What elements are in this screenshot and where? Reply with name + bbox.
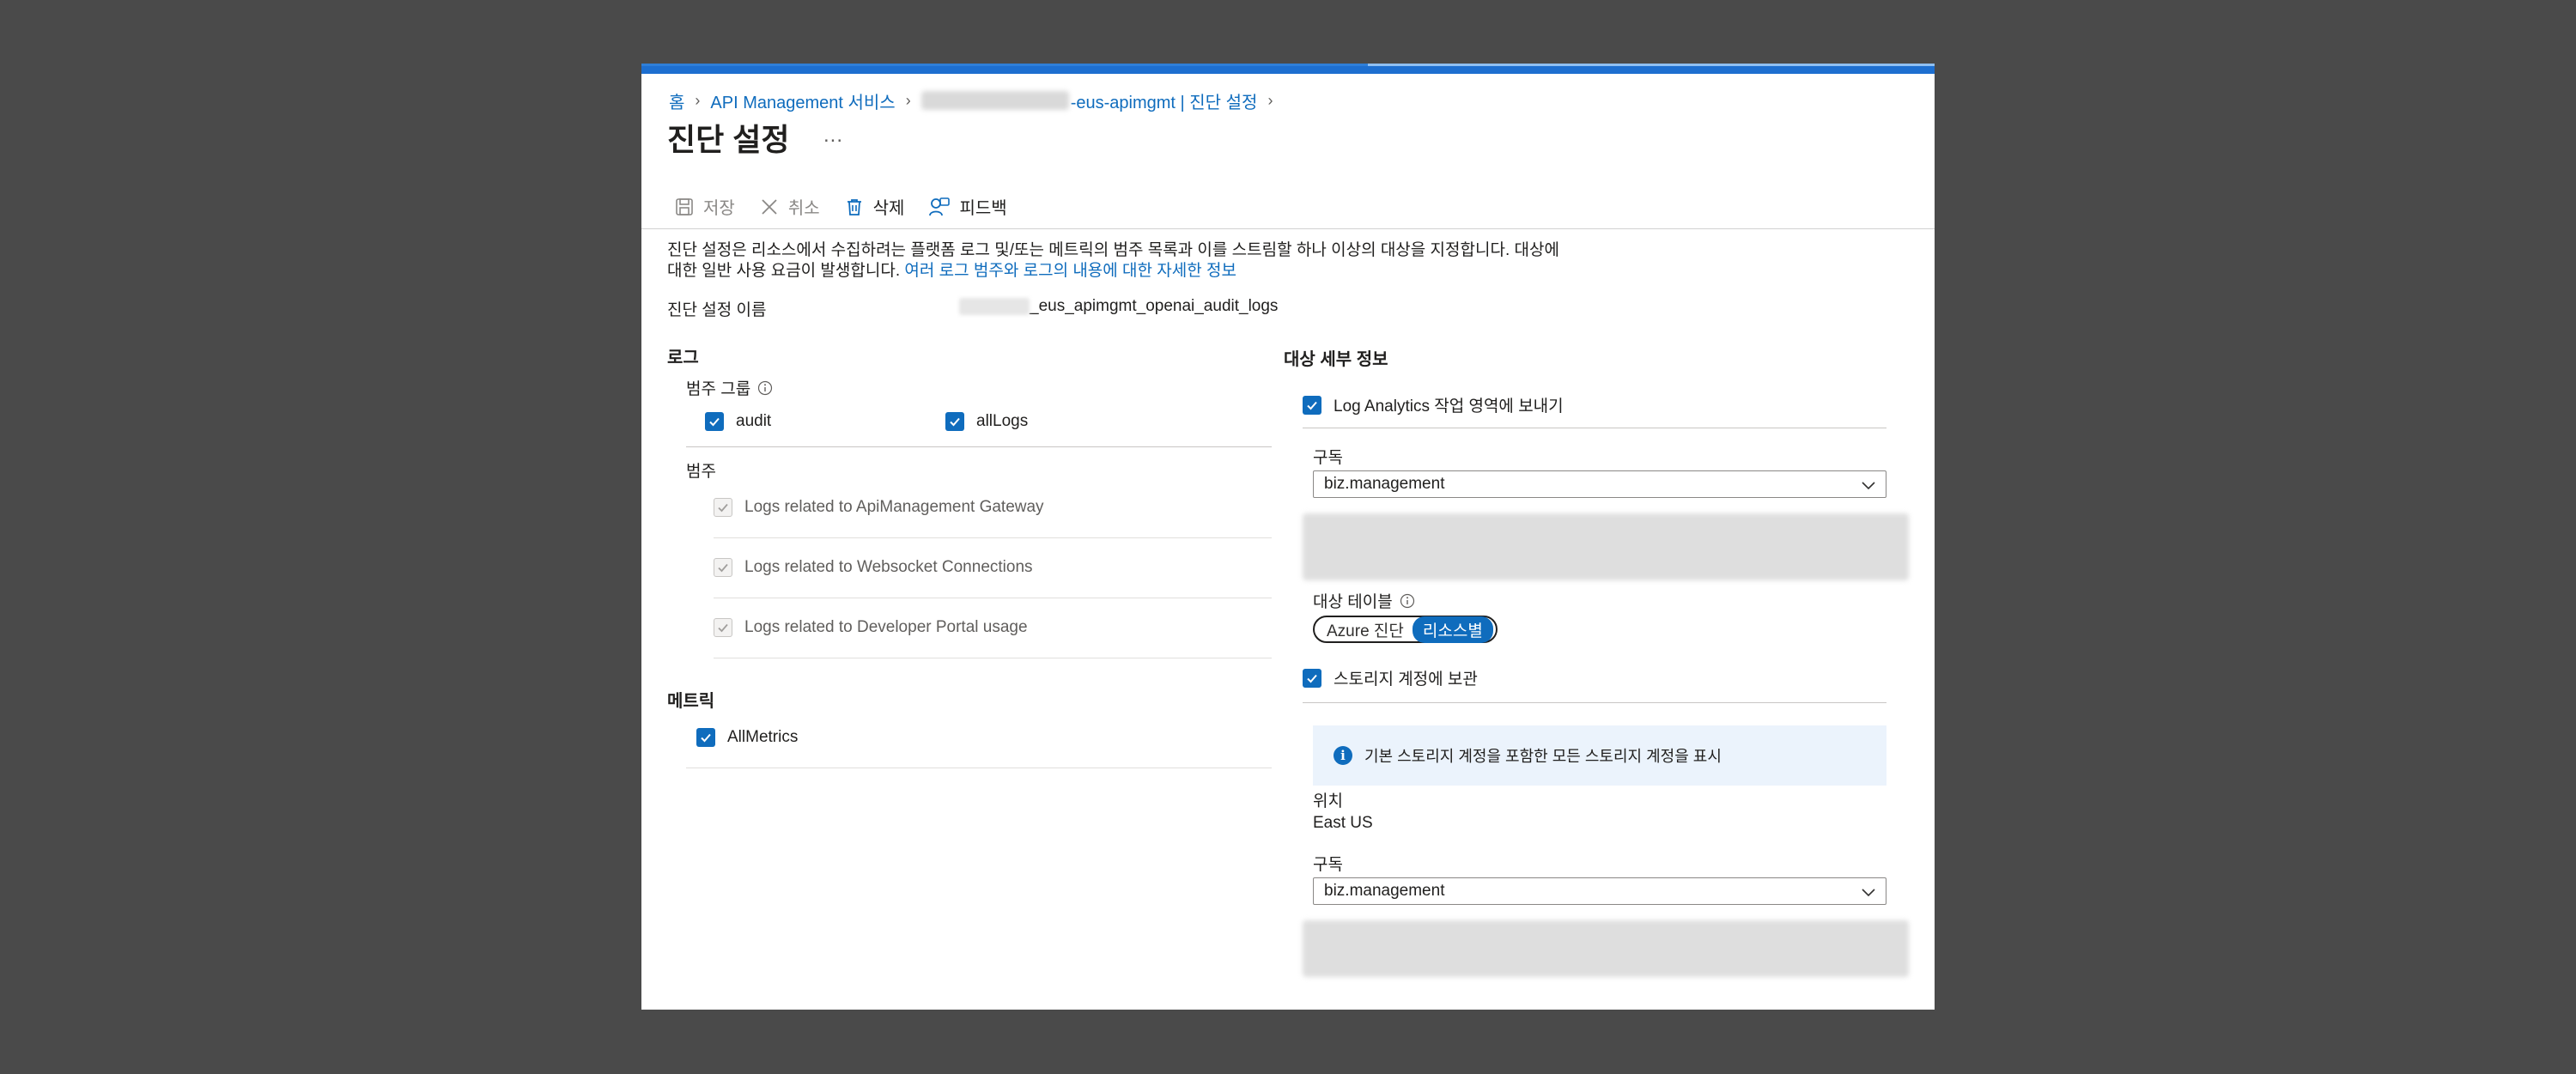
top-accent-bar [641,64,1935,74]
category-websocket-label: Logs related to Websocket Connections [744,558,1033,576]
chevron-right-icon: › [905,91,911,109]
redacted-name-prefix [959,298,1030,315]
storage-info-banner: i 기본 스토리지 계정을 포함한 모든 스토리지 계정을 표시 [1313,725,1886,786]
more-options-button[interactable]: ... [823,124,843,148]
info-icon[interactable] [757,380,773,396]
breadcrumb-resource[interactable]: -eus-apimgmt | 진단 설정 [1071,88,1258,113]
option-azure-diagnostics[interactable]: Azure 진단 [1327,618,1404,641]
delete-label: 삭제 [872,199,905,218]
category-groups-label: 범주 그룹 [686,380,751,398]
checkmark-icon [709,417,720,427]
subscription-label: 구독 [1313,449,1343,467]
location-label: 위치 [1313,792,1343,810]
checkmark-icon [1307,401,1317,410]
checkbox-checked[interactable] [945,412,964,431]
metric-allmetrics-label: AllMetrics [727,728,799,746]
group-alllogs-checkbox[interactable]: allLogs [945,412,1028,431]
feedback-button[interactable]: 피드백 [928,194,1007,219]
chevron-down-icon [1862,482,1875,490]
storage-subscription-label: 구독 [1313,856,1343,874]
checkbox-checked[interactable] [696,728,715,747]
category-divider [714,537,1272,538]
checkmark-icon [718,563,728,573]
metric-allmetrics-checkbox[interactable]: AllMetrics [696,728,798,747]
storage-account-checkbox[interactable]: 스토리지 계정에 보관 [1303,666,1478,689]
checkbox-disabled[interactable] [714,618,732,637]
storage-subscription-dropdown[interactable]: biz.management [1313,877,1886,905]
feedback-label: 피드백 [959,199,1007,218]
logs-heading: 로그 [667,349,699,367]
checkmark-icon [950,417,960,427]
chevron-right-icon: › [1267,91,1273,109]
redacted-workspace-field [1303,513,1909,580]
category-websocket-checkbox[interactable]: Logs related to Websocket Connections [714,558,1033,577]
storage-account-label: 스토리지 계정에 보관 [1334,670,1478,689]
group-alllogs-label: allLogs [976,412,1029,430]
subscription-value: biz.management [1324,475,1445,493]
category-gateway-checkbox[interactable]: Logs related to ApiManagement Gateway [714,498,1044,517]
chevron-right-icon: › [695,91,701,109]
categories-heading: 범주 [686,463,716,481]
groups-divider [686,446,1272,447]
checkmark-icon [718,503,728,513]
save-label: 저장 [703,199,735,218]
progress-bar-remaining [1368,64,1935,66]
delete-button[interactable]: 삭제 [844,194,905,219]
checkbox-disabled[interactable] [714,558,732,577]
progress-bar-filled [641,64,1368,66]
checkmark-icon [1307,674,1317,683]
setting-name-label: 진단 설정 이름 [667,301,767,319]
setting-name-value[interactable]: _eus_apimgmt_openai_audit_logs [959,297,1278,316]
diagnostic-settings-panel: 홈 › API Management 서비스 › -eus-apimgmt | … [641,64,1935,1010]
storage-info-text: 기본 스토리지 계정을 포함한 모든 스토리지 계정을 표시 [1364,748,1722,765]
command-bar: 저장 취소 삭제 피드백 [674,194,1007,219]
learn-more-link[interactable]: 여러 로그 범주와 로그의 내용에 대한 자세한 정보 [904,262,1236,280]
close-icon [762,198,777,215]
cancel-button[interactable]: 취소 [759,194,820,219]
breadcrumb-apim-service[interactable]: API Management 서비스 [710,88,895,113]
subscription-dropdown[interactable]: biz.management [1313,470,1886,498]
breadcrumb-home[interactable]: 홈 [669,88,684,113]
category-portal-checkbox[interactable]: Logs related to Developer Portal usage [714,618,1028,637]
log-analytics-checkbox[interactable]: Log Analytics 작업 영역에 보내기 [1303,393,1564,416]
checkbox-checked[interactable] [1303,668,1321,688]
save-icon [676,197,693,215]
category-gateway-label: Logs related to ApiManagement Gateway [744,498,1044,516]
save-button[interactable]: 저장 [674,194,735,219]
breadcrumb: 홈 › API Management 서비스 › -eus-apimgmt | … [669,88,1283,113]
redacted-resource-name [920,91,1069,110]
category-groups-heading: 범주 그룹 [686,376,773,399]
target-table-toggle[interactable]: Azure 진단 리소스별 [1313,616,1498,643]
feedback-icon [929,197,951,215]
storage-divider [1303,702,1886,703]
description: 진단 설정은 리소스에서 수집하려는 플랫폼 로그 및/또는 메트릭의 범주 목… [667,240,1560,282]
target-table-heading: 대상 테이블 [1313,589,1415,612]
category-portal-label: Logs related to Developer Portal usage [744,618,1028,636]
log-analytics-label: Log Analytics 작업 영역에 보내기 [1334,397,1564,416]
location-value: East US [1313,814,1373,832]
group-audit-checkbox[interactable]: audit [705,412,771,431]
chevron-down-icon [1862,889,1875,897]
setting-name-suffix: _eus_apimgmt_openai_audit_logs [1030,297,1279,315]
option-resource-specific[interactable]: 리소스별 [1412,616,1493,643]
page-title: 진단 설정 [667,122,790,157]
info-icon[interactable] [1400,593,1415,609]
trash-icon [847,198,861,215]
toolbar-divider [641,228,1935,229]
redacted-storage-account-field [1303,920,1909,977]
checkbox-disabled[interactable] [714,498,732,517]
cancel-label: 취소 [787,199,820,218]
destination-heading: 대상 세부 정보 [1284,350,1388,369]
info-circle-icon: i [1334,746,1352,765]
checkmark-icon [701,733,711,743]
group-audit-label: audit [736,412,772,430]
checkbox-checked[interactable] [1303,395,1321,415]
metrics-heading: 메트릭 [667,692,715,711]
target-table-label: 대상 테이블 [1313,593,1393,611]
storage-subscription-value: biz.management [1324,882,1445,900]
checkmark-icon [718,623,728,633]
checkbox-checked[interactable] [705,412,724,431]
